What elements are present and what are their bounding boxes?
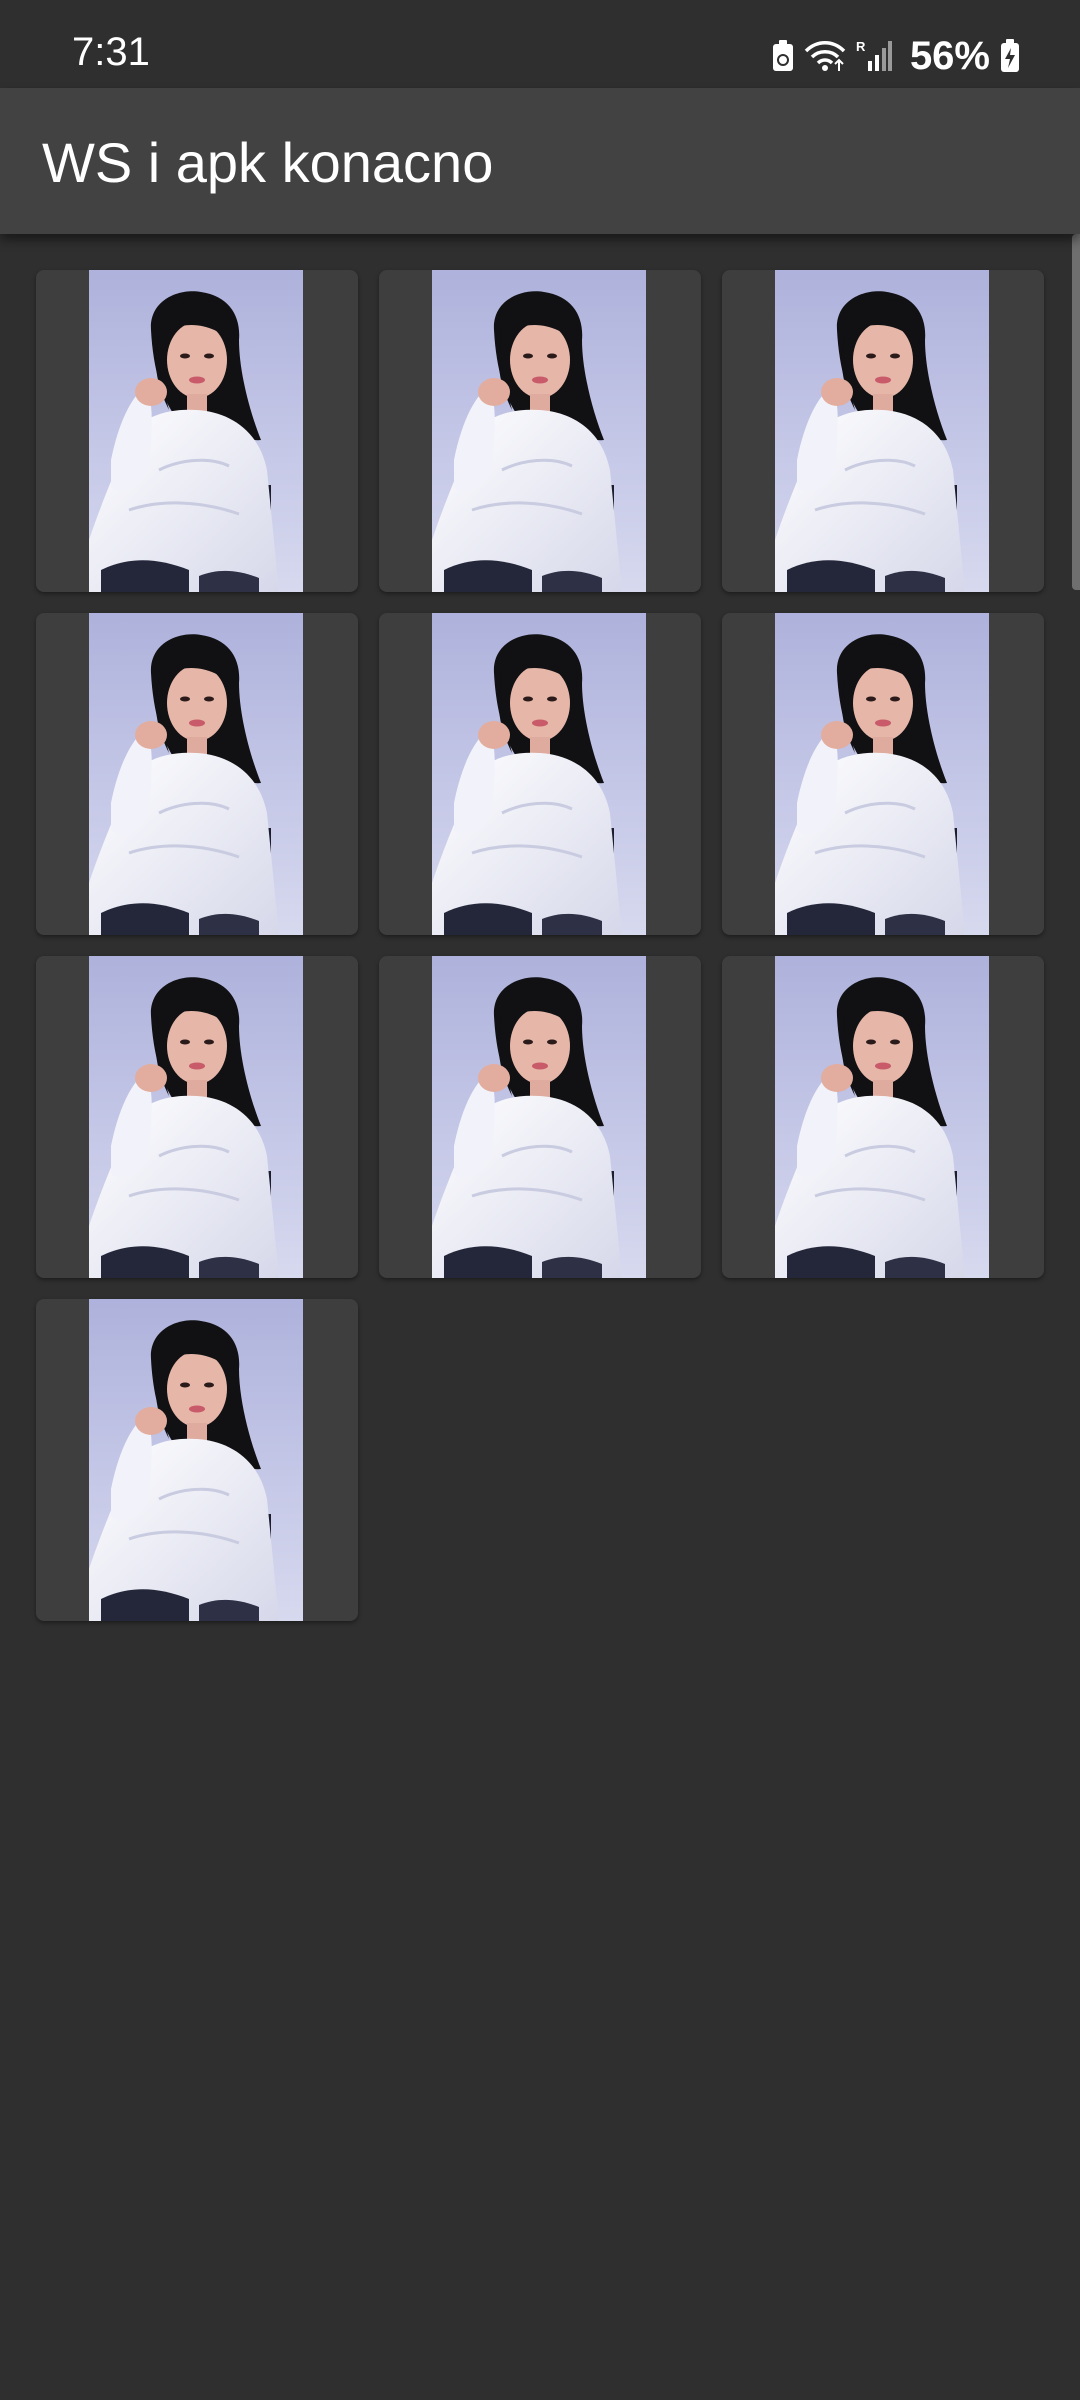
gallery-tile[interactable]	[36, 956, 358, 1278]
portrait-photo	[89, 1299, 303, 1621]
photo-grid	[36, 270, 1044, 1621]
portrait-photo	[432, 956, 646, 1278]
svg-text:R: R	[856, 39, 866, 54]
gallery-tile[interactable]	[36, 1299, 358, 1621]
gallery-tile[interactable]	[36, 270, 358, 592]
portrait-photo	[432, 270, 646, 592]
gallery-tile[interactable]	[379, 613, 701, 935]
gallery-tile[interactable]	[36, 613, 358, 935]
app-bar: WS i apk konacno	[0, 88, 1080, 234]
status-bar: 7:31 R 56%	[0, 0, 1080, 88]
portrait-photo	[775, 270, 989, 592]
wifi-icon	[804, 40, 846, 72]
portrait-photo	[432, 613, 646, 935]
portrait-photo	[89, 956, 303, 1278]
scrollbar[interactable]	[1072, 234, 1080, 590]
portrait-photo	[775, 956, 989, 1278]
page-title: WS i apk konacno	[42, 131, 494, 194]
status-icons: R 56%	[772, 36, 1020, 76]
battery-saver-icon	[772, 40, 794, 72]
portrait-photo	[775, 613, 989, 935]
gallery-tile[interactable]	[722, 270, 1044, 592]
portrait-photo	[89, 613, 303, 935]
gallery-tile[interactable]	[722, 956, 1044, 1278]
gallery-tile[interactable]	[379, 270, 701, 592]
status-time: 7:31	[72, 30, 150, 74]
battery-percentage: 56%	[909, 34, 990, 78]
portrait-photo	[89, 270, 303, 592]
gallery-tile[interactable]	[379, 956, 701, 1278]
signal-roaming-icon: R	[856, 39, 892, 73]
battery-charging-icon	[1000, 39, 1020, 73]
gallery-tile[interactable]	[722, 613, 1044, 935]
